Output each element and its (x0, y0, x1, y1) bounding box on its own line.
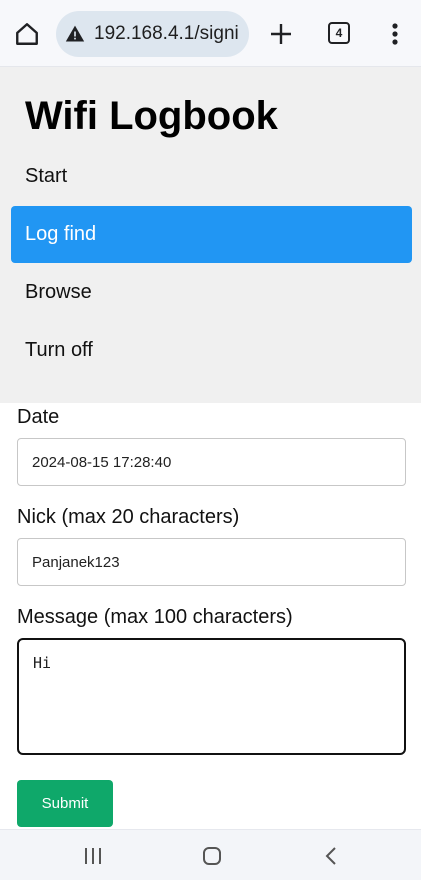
nick-label: Nick (max 20 characters) (17, 506, 240, 528)
submit-button[interactable]: Submit (17, 780, 113, 827)
more-vert-icon[interactable] (384, 19, 406, 49)
recent-apps-icon[interactable] (81, 844, 105, 868)
warning-icon[interactable] (64, 23, 86, 45)
browser-toolbar: 192.168.4.1/signi 4 (0, 0, 421, 67)
tabs-icon[interactable]: 4 (328, 22, 350, 44)
nav-item-turn-off[interactable]: Turn off (11, 322, 412, 379)
home-circle-icon[interactable] (200, 844, 224, 868)
nav-item-start[interactable]: Start (11, 148, 412, 205)
plus-icon[interactable] (266, 19, 296, 49)
page-title: Wifi Logbook (25, 94, 278, 138)
nav-panel: Wifi Logbook Start Log find Browse Turn … (0, 67, 421, 403)
url-text[interactable]: 192.168.4.1/signi (94, 23, 239, 45)
tab-count: 4 (335, 26, 343, 40)
system-nav-bar (0, 829, 421, 880)
nav-item-browse[interactable]: Browse (11, 264, 412, 321)
back-icon[interactable] (319, 844, 343, 868)
message-label: Message (max 100 characters) (17, 606, 293, 628)
date-input[interactable] (17, 438, 406, 486)
home-icon[interactable] (12, 19, 42, 49)
message-textarea[interactable]: Hi (17, 638, 406, 755)
nick-input[interactable] (17, 538, 406, 586)
date-label: Date (17, 406, 60, 428)
address-bar[interactable]: 192.168.4.1/signi (56, 11, 249, 57)
nav-item-log-find[interactable]: Log find (11, 206, 412, 263)
